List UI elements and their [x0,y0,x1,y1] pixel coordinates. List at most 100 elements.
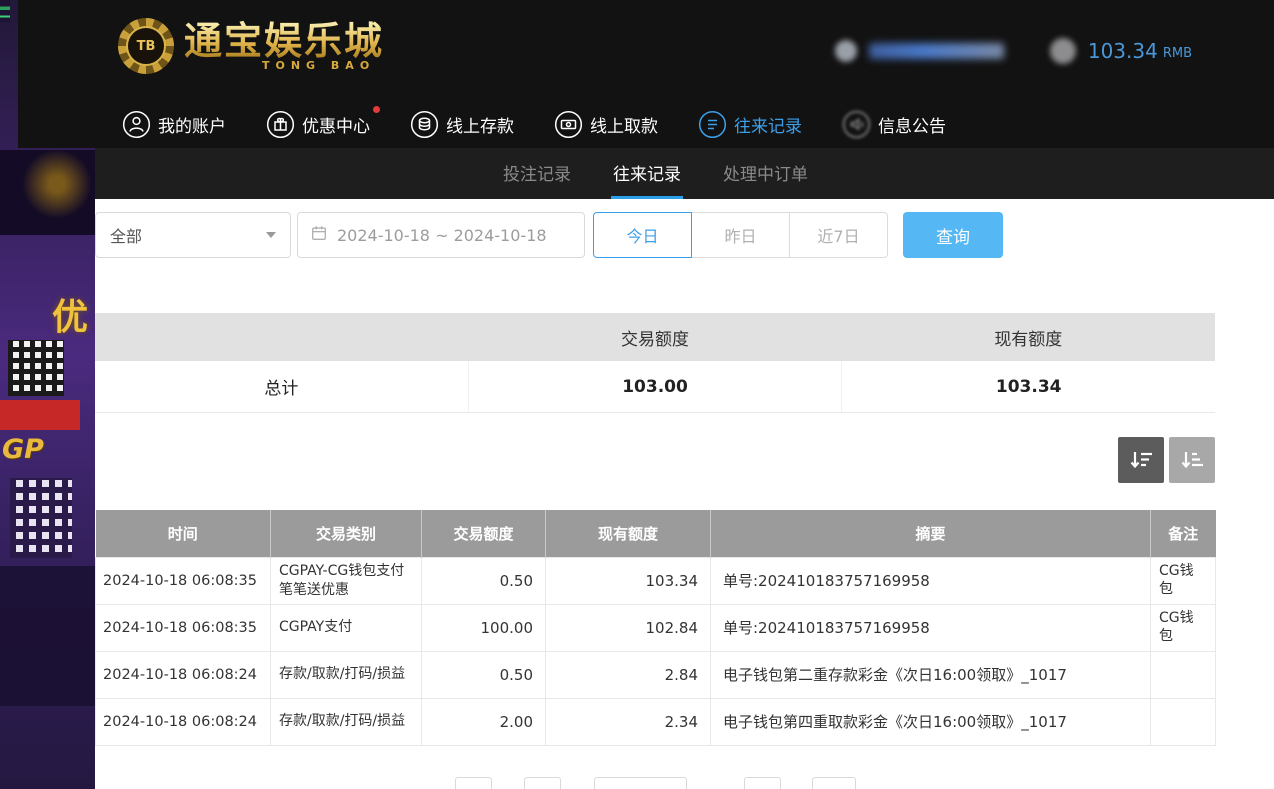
cell-balance: 103.34 [546,557,711,604]
nav-label: 优惠中心 [302,112,370,137]
tab-processing-orders[interactable]: 处理中订单 [721,148,810,199]
col-type: 交易类别 [271,510,422,557]
cell-type: CGPAY支付 [271,604,422,651]
date-range-value: 2024-10-18 ~ 2024-10-18 [337,226,547,245]
site-title: 通宝娱乐城 [184,20,384,62]
cell-time: 2024-10-18 06:08:24 [96,698,271,745]
cell-summary: 电子钱包第二重存款彩金《次日16:00领取》_1017 [711,651,1151,698]
pagination-button-3[interactable] [594,777,687,789]
type-select[interactable]: 全部 [95,212,291,258]
nav-label: 往来记录 [734,112,802,137]
sort-buttons [1118,437,1215,483]
nav-item-records[interactable]: 往来记录 [698,110,802,139]
user-icon [122,110,151,139]
col-balance: 现有额度 [546,510,711,557]
range-today-button[interactable]: 今日 [593,212,692,258]
nav-item-promotions[interactable]: 优惠中心 [266,110,370,139]
chevron-down-icon [266,232,276,238]
account-summary: 103.34 RMB [835,38,1192,64]
main-content: 全部 2024-10-18 ~ 2024-10-18 今日 昨日 近7日 查询 … [95,199,1215,789]
cell-remark: CG钱包 [1151,604,1216,651]
col-summary: 摘要 [711,510,1151,557]
notification-dot [373,106,380,113]
cell-summary: 单号:202410183757169958 [711,557,1151,604]
deposit-icon [410,110,439,139]
cell-amount: 0.50 [422,557,546,604]
type-select-value: 全部 [110,223,142,247]
cell-balance: 102.84 [546,604,711,651]
pagination-button-4[interactable] [744,777,781,789]
nav-label: 线上取款 [590,112,658,137]
sub-nav: 投注记录 往来记录 处理中订单 [95,148,1274,199]
pagination-button-5[interactable] [812,777,856,789]
logo-chip-icon: TB [118,18,174,74]
summary-header-empty [95,313,468,361]
main-nav: 我的账户 优惠中心 线上存款 [18,101,1274,148]
cell-summary: 单号:202410183757169958 [711,604,1151,651]
tab-transaction-records[interactable]: 往来记录 [611,148,683,199]
desktop-banner-red-strip [0,400,80,430]
nav-item-my-account[interactable]: 我的账户 [122,110,226,139]
qr-code-fragment [10,478,72,558]
col-time: 时间 [96,510,271,557]
calendar-icon [310,224,328,246]
balance-currency: RMB [1163,46,1192,61]
cell-balance: 2.34 [546,698,711,745]
nav-item-announcements[interactable]: 信息公告 [842,110,946,139]
table-row: 2024-10-18 06:08:24 存款/取款/打码/损益 2.00 2.3… [96,698,1216,745]
cell-time: 2024-10-18 06:08:24 [96,651,271,698]
quick-range-group: 今日 昨日 近7日 [593,212,888,258]
table-row: 2024-10-18 06:08:35 CGPAY-CG钱包支付笔笔送优惠 0.… [96,557,1216,604]
cell-remark [1151,651,1216,698]
summary-total-balance: 103.34 [842,361,1215,412]
desktop-banner-fragment [0,566,95,706]
summary-header-row: 交易额度 现有额度 [95,313,1215,361]
range-yesterday-button[interactable]: 昨日 [691,212,790,258]
pagination-button-1[interactable] [455,777,492,789]
cell-remark [1151,698,1216,745]
qr-code-fragment [8,340,64,396]
desktop-banner-gp-text: GP [2,434,44,465]
table-row: 2024-10-18 06:08:24 存款/取款/打码/损益 0.50 2.8… [96,651,1216,698]
cell-amount: 2.00 [422,698,546,745]
gift-icon [266,110,295,139]
site-header: TB 通宝娱乐城 TONG BAO 103.34 RMB [18,0,1274,101]
query-button[interactable]: 查询 [903,212,1003,258]
cell-remark: CG钱包 [1151,557,1216,604]
range-last7days-button[interactable]: 近7日 [789,212,888,258]
cell-balance: 2.84 [546,651,711,698]
desktop-banner-fragment [0,150,95,235]
summary-header-amount: 交易额度 [468,313,841,361]
cell-amount: 100.00 [422,604,546,651]
summary-header-balance: 现有额度 [842,313,1215,361]
pagination-button-2[interactable] [524,777,561,789]
desktop-corner-tag [0,0,10,22]
user-avatar [835,40,857,62]
records-table: 时间 交易类别 交易额度 现有额度 摘要 备注 2024-10-18 06:08… [95,510,1216,746]
sort-ascending-button[interactable] [1169,437,1215,483]
col-amount: 交易额度 [422,510,546,557]
summary-table: 交易额度 现有额度 总计 103.00 103.34 [95,313,1215,413]
cell-time: 2024-10-18 06:08:35 [96,557,271,604]
records-header-row: 时间 交易类别 交易额度 现有额度 摘要 备注 [96,510,1216,557]
nav-item-withdraw[interactable]: 线上取款 [554,110,658,139]
username-blurred [869,43,1004,59]
col-remark: 备注 [1151,510,1216,557]
date-range-picker[interactable]: 2024-10-18 ~ 2024-10-18 [297,212,585,258]
tab-betting-records[interactable]: 投注记录 [501,148,573,199]
table-row: 2024-10-18 06:08:35 CGPAY支付 100.00 102.8… [96,604,1216,651]
nav-item-deposit[interactable]: 线上存款 [410,110,514,139]
cell-type: 存款/取款/打码/损益 [271,651,422,698]
sort-descending-button[interactable] [1118,437,1164,483]
balance-amount: 103.34 [1088,39,1158,63]
desktop-banner-text: 优 [52,288,88,340]
records-icon [698,110,727,139]
logo-chip-text: TB [137,39,156,54]
site-logo[interactable]: TB 通宝娱乐城 TONG BAO [118,18,384,74]
summary-total-label: 总计 [95,361,469,412]
withdraw-icon [554,110,583,139]
summary-total-amount: 103.00 [469,361,843,412]
cell-summary: 电子钱包第四重取款彩金《次日16:00领取》_1017 [711,698,1151,745]
nav-label: 信息公告 [878,112,946,137]
cell-time: 2024-10-18 06:08:35 [96,604,271,651]
